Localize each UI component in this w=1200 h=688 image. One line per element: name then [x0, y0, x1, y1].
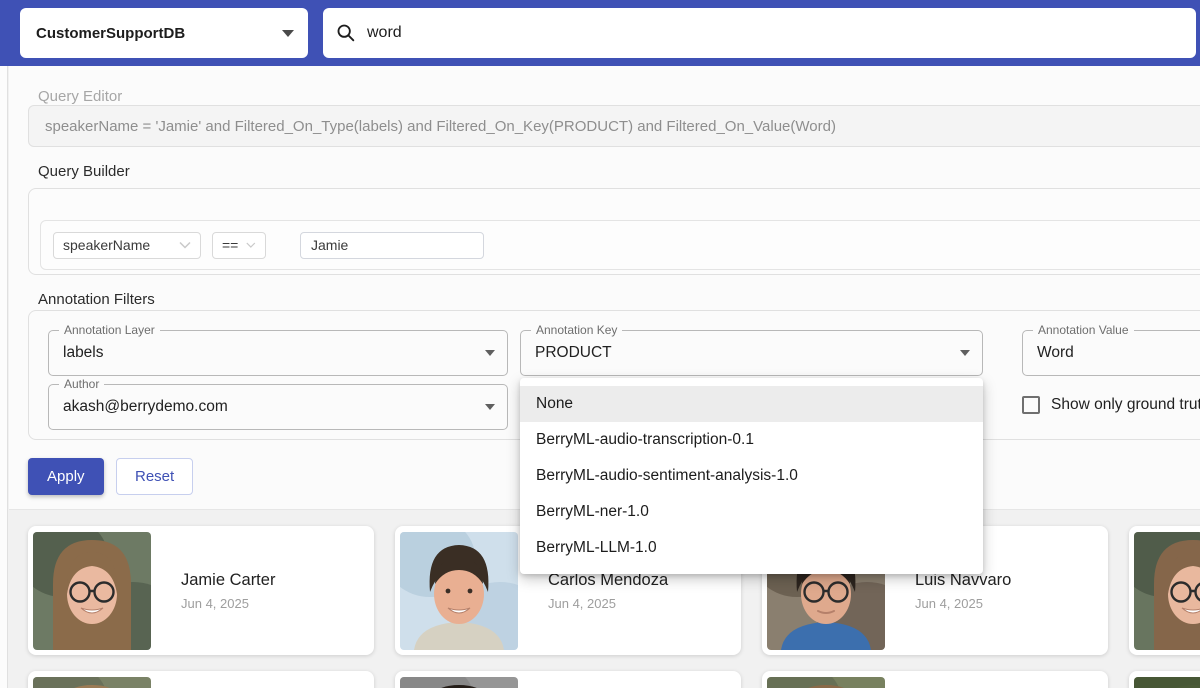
- rule-operator-value: ==: [222, 237, 238, 253]
- search-icon: [335, 22, 357, 44]
- result-avatar: [33, 677, 151, 688]
- menu-item-berryml-ner-1-0[interactable]: BerryML-ner-1.0: [520, 494, 983, 530]
- result-card[interactable]: [28, 671, 374, 688]
- query-editor-field[interactable]: speakerName = 'Jamie' and Filtered_On_Ty…: [28, 105, 1200, 147]
- apply-button[interactable]: Apply: [28, 458, 104, 495]
- annotation-key-value: PRODUCT: [535, 344, 960, 362]
- annotation-value-field[interactable]: Annotation Value Word: [1022, 330, 1200, 376]
- result-avatar: [33, 532, 151, 650]
- annotation-layer-label: Annotation Layer: [59, 323, 160, 338]
- search-bar[interactable]: [323, 8, 1196, 58]
- result-card[interactable]: [1129, 671, 1200, 688]
- result-avatar: [767, 677, 885, 688]
- result-avatar: [1134, 677, 1200, 688]
- reset-button[interactable]: Reset: [116, 458, 193, 495]
- database-selector-value: CustomerSupportDB: [36, 25, 282, 42]
- dropdown-arrow-icon: [485, 404, 495, 410]
- chevron-down-icon: [179, 241, 191, 249]
- author-value: akash@berrydemo.com: [63, 398, 485, 416]
- menu-item-berryml-audio-sentiment-analysis-1-0[interactable]: BerryML-audio-sentiment-analysis-1.0: [520, 458, 983, 494]
- result-date: Jun 4, 2025: [915, 596, 1011, 611]
- dropdown-arrow-icon: [485, 350, 495, 356]
- person-photo-illustration: [400, 532, 518, 650]
- annotation-layer-value: labels: [63, 344, 485, 362]
- annotation-value-value: Word: [1037, 344, 1200, 362]
- chevron-down-icon: [246, 241, 256, 249]
- menu-item-berryml-audio-transcription-0-1[interactable]: BerryML-audio-transcription-0.1: [520, 422, 983, 458]
- app-header: CustomerSupportDB: [0, 0, 1200, 66]
- ground-truth-checkbox[interactable]: [1022, 396, 1040, 414]
- menu-item-none[interactable]: None: [520, 386, 983, 422]
- dropdown-arrow-icon: [960, 350, 970, 356]
- result-avatar: [1134, 532, 1200, 650]
- menu-item-berryml-llm-1-0[interactable]: BerryML-LLM-1.0: [520, 530, 983, 566]
- rule-field-value: speakerName: [63, 237, 171, 253]
- person-photo-illustration: [33, 532, 151, 650]
- search-input[interactable]: [367, 24, 1184, 42]
- query-editor-value: speakerName = 'Jamie' and Filtered_On_Ty…: [45, 118, 836, 135]
- person-photo-illustration: [400, 677, 518, 688]
- database-selector[interactable]: CustomerSupportDB: [20, 8, 308, 58]
- result-avatar: [400, 677, 518, 688]
- annotation-value-label: Annotation Value: [1033, 323, 1134, 338]
- query-builder-rule-row: speakerName ==: [40, 220, 1200, 270]
- person-photo-illustration: [767, 677, 885, 688]
- annotation-key-dropdown-menu: NoneBerryML-audio-transcription-0.1Berry…: [520, 378, 983, 574]
- result-card[interactable]: [395, 671, 741, 688]
- result-card[interactable]: Jamie Carter Jun 4, 2025: [28, 526, 374, 655]
- person-photo-illustration: [33, 677, 151, 688]
- person-photo-illustration: [1134, 677, 1200, 688]
- author-label: Author: [59, 377, 104, 392]
- result-card[interactable]: [762, 671, 1108, 688]
- person-photo-illustration: [1134, 532, 1200, 650]
- ground-truth-checkbox-row[interactable]: Show only ground truth ann: [1022, 396, 1200, 414]
- rule-operator-select[interactable]: ==: [212, 232, 266, 259]
- result-name: Jamie Carter: [181, 571, 275, 590]
- annotation-layer-select[interactable]: Annotation Layer labels: [48, 330, 508, 376]
- rule-field-select[interactable]: speakerName: [53, 232, 201, 259]
- ground-truth-checkbox-label: Show only ground truth ann: [1051, 396, 1200, 414]
- annotation-key-select[interactable]: Annotation Key PRODUCT: [520, 330, 983, 376]
- query-builder-label: Query Builder: [38, 163, 130, 180]
- result-date: Jun 4, 2025: [548, 596, 668, 611]
- rule-value-input[interactable]: [300, 232, 484, 259]
- left-rail-divider: [0, 66, 8, 688]
- annotation-filters-label: Annotation Filters: [38, 291, 155, 308]
- result-date: Jun 4, 2025: [181, 596, 275, 611]
- query-editor-label: Query Editor: [38, 88, 122, 105]
- chevron-down-icon: [282, 30, 294, 37]
- result-card[interactable]: [1129, 526, 1200, 655]
- annotation-key-label: Annotation Key: [531, 323, 622, 338]
- author-select[interactable]: Author akash@berrydemo.com: [48, 384, 508, 430]
- result-avatar: [400, 532, 518, 650]
